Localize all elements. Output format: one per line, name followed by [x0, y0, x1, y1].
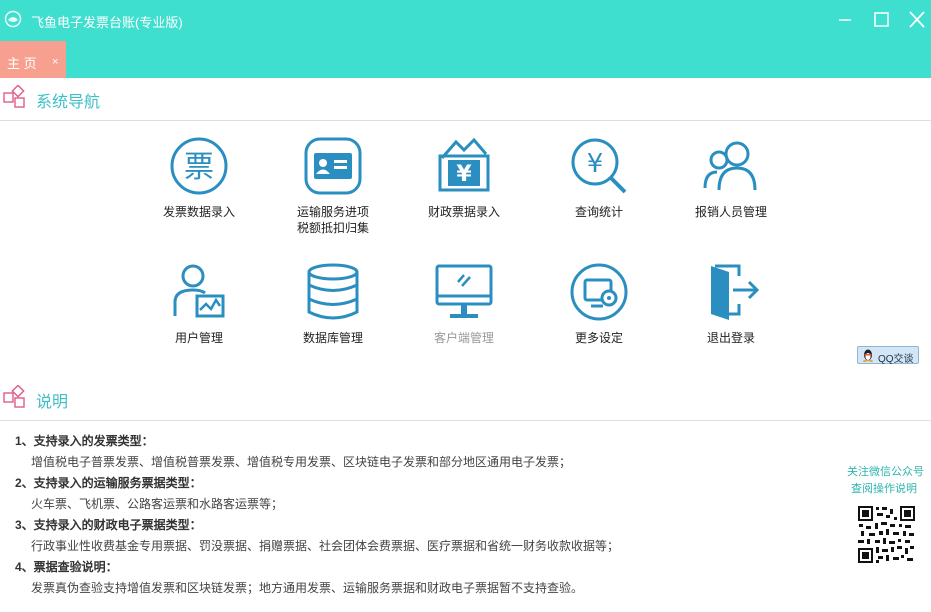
wechat-manual-link[interactable]: 查阅操作说明 [842, 480, 917, 496]
nav-client-management-label: 客户端管理 [433, 331, 494, 345]
tab-home-label: 主 页 [7, 56, 37, 71]
desc-body-2: 火车票、飞机票、公路客运票和水路客运票等； [31, 497, 284, 511]
desc-body-1: 增值税电子普票发票、增值税普票发票、增值税专用发票、区块链电子发票和部分地区通用… [31, 455, 572, 469]
nav-logout[interactable]: 退出登录 [666, 262, 796, 346]
svg-text:¥: ¥ [587, 149, 604, 179]
tab-strip: 主 页 × [0, 41, 931, 78]
nav-fiscal-bill-entry[interactable]: ¥ 财政票据录入 [399, 136, 529, 220]
qq-chat-label: QQ交谈 [878, 354, 914, 365]
nav-user-management[interactable]: 用户管理 [134, 262, 264, 346]
wechat-qr-code-icon [857, 505, 916, 564]
nav-section-header: 系统导航 [0, 78, 931, 121]
nav-database-management[interactable]: 数据库管理 [268, 262, 398, 346]
tab-close-icon[interactable]: × [52, 57, 58, 68]
nav-invoice-entry[interactable]: 票 发票数据录入 [134, 136, 264, 220]
window-title: 飞鱼电子发票台账(专业版) [31, 15, 183, 30]
nav-more-settings[interactable]: 更多设定 [534, 262, 664, 346]
tab-home[interactable]: 主 页 × [0, 41, 66, 78]
nav-section-title: 系统导航 [36, 94, 101, 111]
grid-section-icon [3, 85, 25, 108]
screen-settings-icon [570, 263, 628, 321]
nav-reimbursement-staff-label: 报销人员管理 [694, 205, 767, 219]
close-icon[interactable] [905, 9, 929, 31]
desc-heading-2: 2、支持录入的运输服务票据类型： [15, 476, 202, 490]
nav-invoice-entry-label: 发票数据录入 [162, 205, 235, 219]
database-icon [307, 263, 359, 320]
maximize-icon[interactable] [869, 9, 893, 31]
monitor-icon [435, 264, 493, 318]
qq-penguin-icon [863, 349, 873, 362]
nav-logout-label: 退出登录 [706, 331, 755, 345]
nav-more-settings-label: 更多设定 [574, 331, 623, 345]
nav-database-management-label: 数据库管理 [302, 331, 363, 345]
nav-transport-deduction-line1: 运输服务进项 [296, 205, 369, 219]
desc-heading-3: 3、支持录入的财政电子票据类型： [15, 518, 202, 532]
app-logo-icon [4, 10, 22, 28]
desc-heading-4: 4、票据查验说明： [15, 560, 118, 574]
nav-user-management-label: 用户管理 [174, 331, 223, 345]
desc-heading-1: 1、支持录入的发票类型： [15, 434, 154, 448]
nav-transport-deduction-line2: 税额抵扣归集 [296, 221, 369, 235]
qq-chat-button[interactable]: QQ交谈 [857, 346, 919, 365]
people-icon [703, 141, 757, 191]
user-chart-icon [173, 264, 225, 318]
nav-reimbursement-staff[interactable]: 报销人员管理 [666, 136, 796, 220]
nav-query-stats[interactable]: ¥ 查询统计 [534, 136, 664, 220]
nav-transport-deduction-label: 运输服务进项 税额抵扣归集 [268, 204, 398, 236]
yuan-bill-icon: ¥ [438, 137, 490, 192]
exit-door-icon [711, 264, 760, 320]
invoice-ticket-icon: 票 [170, 137, 228, 195]
nav-query-stats-label: 查询统计 [574, 205, 623, 219]
yuan-search-icon: ¥ [571, 138, 627, 194]
description-list: 1、支持录入的发票类型： 增值税电子普票发票、增值税普票发票、增值税专用发票、区… [15, 431, 815, 599]
desc-body-3: 行政事业性收费基金专用票据、罚没票据、捐赠票据、社会团体会费票据、医疗票据和省统… [31, 539, 620, 553]
svg-text:¥: ¥ [456, 162, 472, 187]
nav-transport-deduction[interactable]: 运输服务进项 税额抵扣归集 [268, 136, 398, 236]
desc-section-header: 说明 [0, 378, 931, 421]
grid-section-icon [3, 385, 25, 408]
title-bar: 飞鱼电子发票台账(专业版) [0, 0, 931, 41]
desc-body-4: 发票真伪查验支持增值发票和区块链发票；地方通用发票、运输服务票据和财政电子票据暂… [31, 581, 584, 595]
minimize-icon[interactable] [833, 9, 857, 31]
nav-client-management: 客户端管理 [399, 262, 529, 346]
desc-section-title: 说明 [36, 394, 69, 411]
nav-fiscal-bill-entry-label: 财政票据录入 [427, 205, 500, 219]
svg-text:票: 票 [184, 150, 214, 185]
id-card-icon [304, 137, 362, 195]
wechat-follow-link[interactable]: 关注微信公众号 [842, 463, 924, 479]
